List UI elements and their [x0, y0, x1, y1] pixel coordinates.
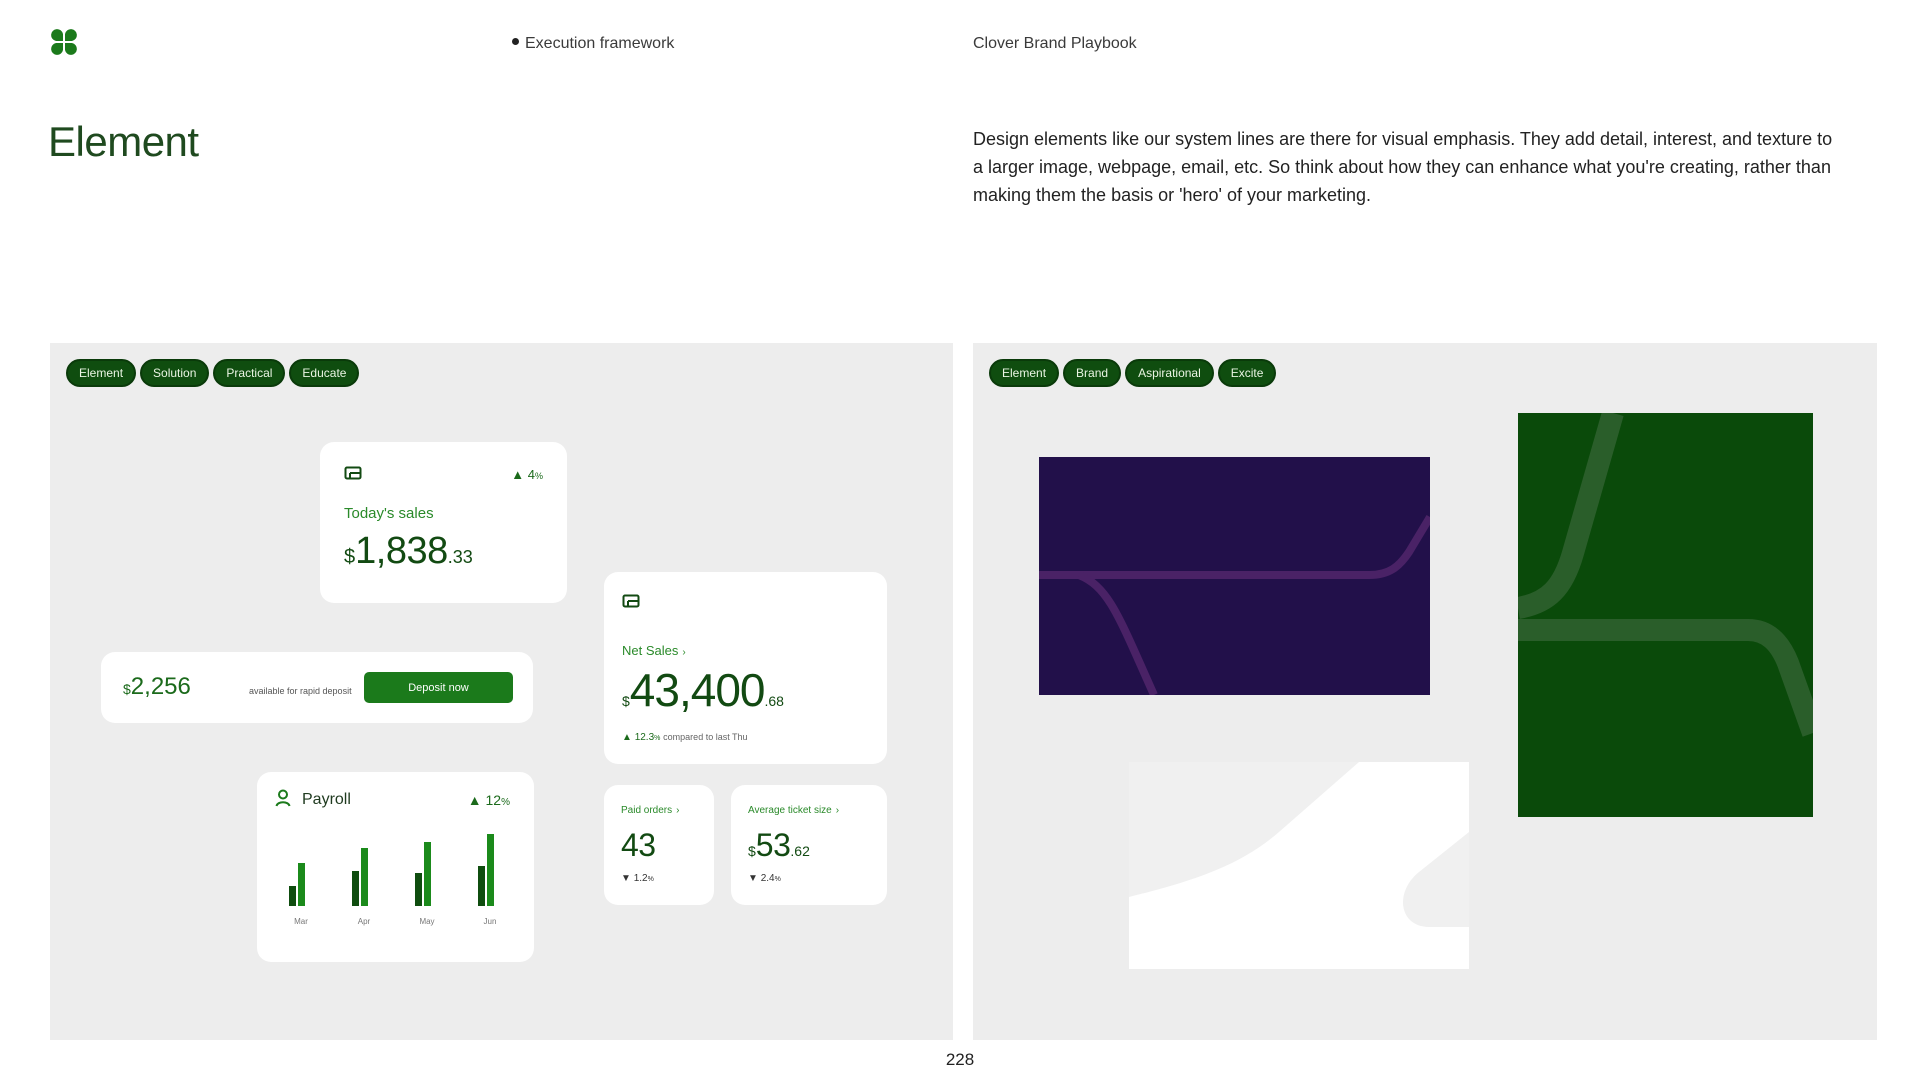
paid-orders-change: ▼ 1.2%: [621, 873, 654, 884]
up-arrow-icon: ▲: [511, 467, 525, 482]
system-lines-graphic: [1129, 762, 1469, 927]
net-sales-comparison: ▲ 12.3% compared to last Thu: [622, 732, 748, 743]
brand-element-example-panel: Element Brand Aspirational Excite: [973, 343, 1877, 1040]
x-tick-label: May: [419, 917, 434, 926]
bar: [424, 842, 431, 906]
tag: Element: [66, 359, 137, 387]
tag-list: Element Solution Practical Educate: [66, 359, 360, 387]
tag: Aspirational: [1125, 359, 1214, 387]
sales-delta: ▲ 4%: [511, 467, 543, 482]
todays-sales-label: Today's sales: [344, 505, 434, 522]
average-ticket-link[interactable]: Average ticket size ›: [748, 805, 839, 816]
bar: [487, 834, 494, 906]
tag: Educate: [289, 359, 360, 387]
paid-orders-label: Paid orders: [621, 805, 673, 816]
x-tick-label: Apr: [358, 917, 371, 926]
bar: [478, 866, 485, 906]
green-system-lines-image: [1518, 413, 1813, 817]
average-ticket-label: Average ticket size: [748, 805, 832, 816]
bar-group-apr: [352, 848, 368, 906]
bar: [361, 848, 368, 906]
system-lines-graphic: [1518, 413, 1813, 737]
up-arrow-icon: ▲: [622, 732, 632, 743]
net-sales-label: Net Sales: [622, 643, 679, 658]
x-tick-label: Mar: [294, 917, 308, 926]
bullet-dot-icon: [512, 38, 519, 46]
page-title: Element: [48, 118, 199, 165]
payroll-card: Payroll ▲ 12% Mar Apr May Jun: [257, 772, 534, 962]
wallet-icon: [622, 594, 640, 608]
payroll-bar-chart: Mar Apr May Jun: [289, 834, 497, 926]
chevron-right-icon: ›: [682, 647, 686, 658]
net-sales-amount: $43,400.68: [622, 664, 784, 716]
purple-system-lines-image: [1039, 457, 1430, 695]
paid-orders-card[interactable]: Paid orders › 43 ▼ 1.2%: [604, 785, 714, 905]
tag: Element: [989, 359, 1060, 387]
section-breadcrumb[interactable]: Execution framework: [512, 35, 674, 53]
bar-group-may: [415, 842, 431, 906]
chevron-right-icon: ›: [835, 805, 840, 816]
tag-list: Element Brand Aspirational Excite: [989, 359, 1277, 387]
bar: [289, 886, 296, 906]
bar: [298, 863, 305, 906]
bar-group-jun: [478, 834, 494, 906]
white-system-lines-image: [1129, 762, 1469, 969]
tag: Brand: [1063, 359, 1122, 387]
ui-element-example-panel: Element Solution Practical Educate ▲ 4% …: [50, 343, 953, 1040]
net-sales-link[interactable]: Net Sales ›: [622, 643, 686, 658]
clover-logo-icon: [51, 29, 77, 55]
tag: Practical: [213, 359, 286, 387]
bar-group-mar: [289, 863, 305, 906]
intro-paragraph: Design elements like our system lines ar…: [973, 129, 1833, 205]
paid-orders-link[interactable]: Paid orders ›: [621, 805, 679, 816]
down-arrow-icon: ▼: [748, 873, 758, 884]
down-arrow-icon: ▼: [621, 873, 631, 884]
page-number: 228: [945, 1050, 975, 1069]
average-ticket-card[interactable]: Average ticket size › $53.62 ▼ 2.4%: [731, 785, 887, 905]
x-tick-label: Jun: [484, 917, 497, 926]
tag: Solution: [140, 359, 210, 387]
paid-orders-value: 43: [621, 827, 656, 863]
average-ticket-change: ▼ 2.4%: [748, 873, 781, 884]
wallet-icon: [344, 466, 362, 480]
bar: [352, 871, 359, 906]
bar: [415, 873, 422, 906]
section-label: Execution framework: [525, 35, 675, 52]
tag: Excite: [1217, 359, 1277, 387]
deposit-now-button[interactable]: Deposit now: [364, 672, 513, 703]
todays-sales-amount: $1,838.33: [344, 530, 473, 572]
todays-sales-card: ▲ 4% Today's sales $1,838.33: [320, 442, 567, 603]
net-sales-card[interactable]: Net Sales › $43,400.68 ▲ 12.3% compared t…: [604, 572, 887, 764]
system-lines-graphic: [1039, 514, 1430, 695]
deposit-note: available for rapid deposit: [249, 686, 352, 696]
document-title: Clover Brand Playbook: [973, 35, 1137, 52]
deposit-amount: $2,256: [123, 673, 191, 700]
chevron-right-icon: ›: [676, 805, 680, 816]
average-ticket-amount: $53.62: [748, 827, 810, 863]
rapid-deposit-card: $2,256 available for rapid deposit Depos…: [101, 652, 533, 723]
